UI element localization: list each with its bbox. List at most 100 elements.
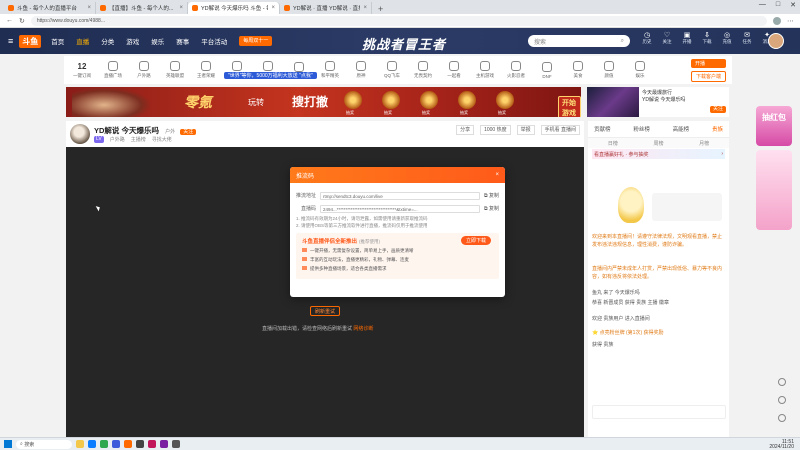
browser-tab[interactable]: 【直播】斗鱼 - 每个人的... ×: [96, 2, 188, 14]
hamburger-icon[interactable]: ≡: [8, 36, 13, 46]
follow-list-button[interactable]: ♡ 关注: [660, 31, 674, 45]
category-item[interactable]: 一起看: [442, 61, 466, 79]
float-promo-image[interactable]: [756, 150, 792, 230]
menu-icon[interactable]: ⋯: [787, 17, 794, 25]
steam-icon[interactable]: [136, 440, 144, 448]
feedback-icon[interactable]: [778, 396, 786, 404]
tab-fans[interactable]: 粉丝榜: [633, 125, 650, 133]
back-to-top-icon[interactable]: [778, 414, 786, 422]
announcement-bar[interactable]: "世界"等你，5000万福利大放送 "点我": [224, 72, 317, 79]
browser-tab[interactable]: YD解说 · 直播 YD解说 · 直播 ×: [280, 2, 372, 14]
stream-key-field[interactable]: 2494...*********************************…: [320, 204, 481, 213]
room-tag[interactable]: 户外: [165, 129, 175, 135]
app-icon[interactable]: [160, 440, 168, 448]
close-icon[interactable]: ×: [495, 172, 499, 178]
download-now-button[interactable]: 立即下载: [460, 236, 491, 245]
report-button[interactable]: 举报: [516, 125, 535, 135]
category-item[interactable]: 英雄联盟: [163, 61, 187, 79]
share-button[interactable]: 分享: [456, 125, 475, 135]
sidebar-promo[interactable]: 看直播赢好礼 · 参与抽奖 ›: [592, 149, 725, 159]
minimize-button[interactable]: —: [759, 1, 766, 9]
category-item[interactable]: 和平精英: [318, 61, 342, 79]
category-item[interactable]: 无畏契约: [411, 61, 435, 79]
taskbar-search[interactable]: ⌕ 搜索: [16, 439, 72, 449]
category-item[interactable]: 火影忍者: [504, 61, 528, 79]
chat-input[interactable]: [592, 405, 726, 419]
store-icon[interactable]: [112, 440, 120, 448]
side-ad-follow-button[interactable]: 关注: [709, 106, 726, 113]
subscribe-count[interactable]: 12 一键订阅: [70, 62, 94, 79]
download-client-button[interactable]: 下载客户端: [690, 71, 726, 82]
category-item[interactable]: 美食: [566, 61, 590, 79]
category-item[interactable]: QQ飞车: [380, 61, 404, 79]
browser-tab[interactable]: 斗鱼 - 每个人的直播平台 ×: [4, 2, 96, 14]
browser-tab-active[interactable]: YD解说 今天爆乐吗 斗鱼 - 每个人...×: [188, 2, 280, 14]
subtab-week[interactable]: 周榜: [653, 140, 663, 147]
nav-item[interactable]: 平台活动: [201, 36, 227, 46]
close-icon[interactable]: ×: [179, 5, 183, 11]
network-diagnose-link[interactable]: 网络诊断: [353, 326, 373, 332]
room-meta-item[interactable]: 户外路: [110, 136, 125, 143]
go-live-button[interactable]: ▣ 开播: [680, 31, 694, 45]
close-icon[interactable]: ×: [363, 5, 367, 11]
site-logo[interactable]: 斗鱼: [19, 34, 42, 48]
recharge-button[interactable]: ◎ 充值: [720, 31, 734, 45]
category-item[interactable]: 颜值: [597, 61, 621, 79]
close-icon[interactable]: ×: [271, 5, 275, 11]
back-icon[interactable]: ←: [6, 17, 13, 24]
category-item[interactable]: 直播广场: [101, 61, 125, 79]
search-icon[interactable]: ⌕: [621, 38, 624, 45]
task-button[interactable]: ✉ 任务: [740, 31, 754, 45]
play-game-button[interactable]: 开始游戏: [558, 96, 581, 117]
nav-item[interactable]: 赛事: [176, 36, 189, 46]
app-icon[interactable]: [148, 440, 156, 448]
start-live-button[interactable]: 开播: [690, 59, 726, 68]
url-field[interactable]: https://www.douyu.com/4988...: [30, 15, 767, 26]
category-item[interactable]: 王者荣耀: [194, 61, 218, 79]
room-meta-item[interactable]: 主播榜: [131, 136, 146, 143]
close-window-button[interactable]: ✕: [790, 1, 796, 9]
refresh-retry-button[interactable]: 刷新重试: [310, 306, 340, 316]
follow-button[interactable]: 关注: [180, 129, 197, 135]
push-url-field[interactable]: rtmp://sendtc3.douyu.com/live: [320, 191, 481, 200]
side-ad[interactable]: 今天最爆旅行 YD解说 今天爆乐吗 关注: [587, 87, 729, 117]
room-meta-item[interactable]: 寻找大佬: [152, 136, 172, 143]
tab-contribution[interactable]: 贡献榜: [594, 125, 611, 133]
streamer-avatar[interactable]: [70, 124, 90, 144]
user-avatar[interactable]: [768, 33, 784, 49]
category-item[interactable]: 主机游戏: [473, 61, 497, 79]
promo-banner[interactable]: 零氪 玩转 搜打撤 抽奖 抽奖 抽奖 抽奖 抽奖 开始游戏: [66, 87, 581, 117]
promo-badge[interactable]: 每周双十一: [239, 36, 273, 46]
nav-item[interactable]: 游戏: [126, 36, 139, 46]
nav-item[interactable]: 直播: [76, 36, 89, 46]
subtab-day[interactable]: 日榜: [608, 140, 618, 147]
tab-energy[interactable]: 高能榜: [673, 125, 690, 133]
nav-item[interactable]: 首页: [51, 36, 64, 46]
category-item[interactable]: 户外路: [132, 61, 156, 79]
category-item[interactable]: 娱乐: [628, 61, 652, 79]
red-packet-banner[interactable]: 抽红包: [756, 106, 792, 146]
extension-icon[interactable]: [773, 16, 781, 25]
chat-list[interactable]: 看直播赢好礼 · 参与抽奖 › 欢迎来到本直播间！请遵守法律法规，文明观看直播，禁…: [588, 147, 729, 437]
refresh-icon[interactable]: ↻: [19, 17, 25, 25]
category-item[interactable]: DNF: [535, 61, 559, 79]
settings-icon[interactable]: [778, 378, 786, 386]
copy-push-url-button[interactable]: ⧉ 复制: [484, 192, 499, 199]
mobile-watch-button[interactable]: 手机看 直播间: [540, 125, 580, 135]
right-float-ad[interactable]: 抽红包: [756, 106, 792, 236]
close-icon[interactable]: ×: [87, 5, 91, 11]
tab-noble[interactable]: 贵族: [712, 125, 723, 133]
maximize-button[interactable]: □: [776, 1, 780, 9]
windows-start-icon[interactable]: [4, 440, 12, 448]
search-input[interactable]: 搜索 ⌕: [528, 35, 630, 47]
nav-item[interactable]: 分类: [101, 36, 114, 46]
download-button[interactable]: ⇩ 下载: [700, 31, 714, 45]
category-item[interactable]: 原神: [349, 61, 373, 79]
folder-icon[interactable]: [76, 440, 84, 448]
edge-icon[interactable]: [88, 440, 96, 448]
app-icon[interactable]: [124, 440, 132, 448]
history-button[interactable]: ◷ 历史: [640, 31, 654, 45]
copy-stream-key-button[interactable]: ⧉ 复制: [484, 205, 499, 212]
app-icon[interactable]: [172, 440, 180, 448]
nav-item[interactable]: 娱乐: [151, 36, 164, 46]
